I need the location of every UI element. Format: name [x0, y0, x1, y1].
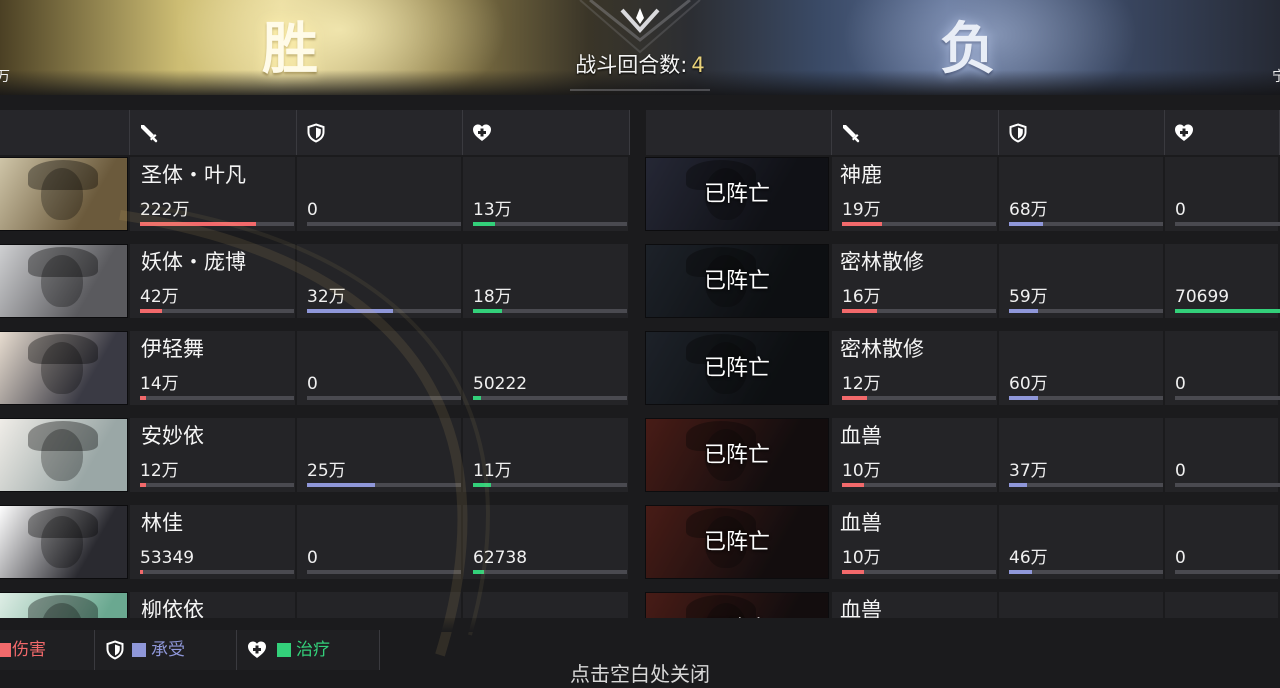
taken-bar-fill [1009, 483, 1028, 487]
shield-icon [105, 640, 125, 660]
damage-value: 16万 [842, 287, 881, 307]
taken-bar-fill [1009, 309, 1039, 313]
taken-bar-track [1009, 396, 1163, 400]
battle-stats-table[interactable]: 圣体・叶凡 222万 0 13万 妖体・庞博 42万 32万 18万 伊轻舞 14万 0 50222 安… [0, 0, 1280, 618]
unit-name: 血兽 [840, 598, 882, 618]
legend-damage-label: 伤害 [12, 640, 46, 660]
right-team-row[interactable]: 已阵亡 密林散修 12万 60万 0 [0, 331, 1280, 405]
legend-heal: 治疗 [237, 630, 380, 670]
taken-bar-track [1009, 309, 1163, 313]
unit-name: 血兽 [840, 511, 882, 535]
heart-plus-icon [247, 640, 267, 660]
right-team-row[interactable]: 已阵亡 神鹿 19万 68万 0 [0, 157, 1280, 231]
unit-name: 神鹿 [840, 163, 882, 187]
enemy-portrait: 已阵亡 [645, 418, 829, 492]
defeated-label: 已阵亡 [703, 530, 770, 555]
damage-swatch [0, 643, 11, 657]
damage-bar-fill [842, 309, 878, 313]
taken-value: 60万 [1009, 374, 1048, 394]
stat-cell [999, 592, 1163, 618]
unit-name: 密林散修 [840, 337, 924, 361]
taken-value: 59万 [1009, 287, 1048, 307]
heal-bar-track [1175, 396, 1280, 400]
defeated-label: 已阵亡 [703, 443, 770, 468]
enemy-portrait: 已阵亡 [645, 244, 829, 318]
taken-bar-track [1009, 570, 1163, 574]
defeated-label: 已阵亡 [646, 616, 828, 618]
heal-swatch [277, 643, 291, 657]
heal-value: 0 [1175, 548, 1186, 568]
damage-bar-fill [842, 222, 883, 226]
close-hint[interactable]: 点击空白处关闭 [540, 660, 740, 688]
heal-bar-track [1175, 309, 1280, 313]
taken-bar-fill [1009, 396, 1039, 400]
right-team-row[interactable]: 已阵亡 血兽 [0, 592, 1280, 618]
damage-value: 19万 [842, 200, 881, 220]
enemy-portrait: 已阵亡 [645, 331, 829, 405]
heal-value: 0 [1175, 374, 1186, 394]
dead-overlay [646, 593, 828, 618]
heal-value: 70699 [1175, 287, 1230, 307]
damage-bar-track [842, 396, 996, 400]
damage-value: 12万 [842, 374, 881, 394]
heal-bar-track [1175, 483, 1280, 487]
enemy-portrait: 已阵亡 [645, 505, 829, 579]
defeated-label: 已阵亡 [703, 356, 770, 381]
heal-bar-track [1175, 570, 1280, 574]
legend-heal-label: 治疗 [296, 640, 330, 660]
enemy-portrait: 已阵亡 [645, 592, 829, 618]
taken-value: 68万 [1009, 200, 1048, 220]
taken-value: 46万 [1009, 548, 1048, 568]
damage-bar-fill [842, 396, 867, 400]
taken-bar-fill [1009, 570, 1033, 574]
heal-value: 0 [1175, 461, 1186, 481]
damage-bar-track [842, 570, 996, 574]
heal-value: 0 [1175, 200, 1186, 220]
damage-bar-track [842, 309, 996, 313]
taken-bar-track [1009, 483, 1163, 487]
taken-value: 37万 [1009, 461, 1048, 481]
unit-name: 血兽 [840, 424, 882, 448]
right-team-row[interactable]: 已阵亡 密林散修 16万 59万 70699 [0, 244, 1280, 318]
damage-bar-fill [842, 570, 864, 574]
damage-bar-fill [842, 483, 864, 487]
defeated-label: 已阵亡 [703, 269, 770, 294]
legend-taken-label: 承受 [151, 640, 185, 660]
enemy-portrait: 已阵亡 [645, 157, 829, 231]
defeated-label: 已阵亡 [703, 182, 770, 207]
legend-damage: 伤害 [0, 630, 95, 670]
legend-bar: 伤害 承受 治疗 [0, 630, 380, 670]
damage-value: 10万 [842, 461, 881, 481]
taken-bar-fill [1009, 222, 1043, 226]
right-team-row[interactable]: 已阵亡 血兽 10万 46万 0 [0, 505, 1280, 579]
damage-bar-track [842, 222, 996, 226]
damage-value: 10万 [842, 548, 881, 568]
heal-bar-fill [1175, 309, 1280, 313]
stat-cell [1165, 592, 1278, 618]
taken-swatch [132, 643, 146, 657]
damage-bar-track [842, 483, 996, 487]
legend-taken: 承受 [95, 630, 237, 670]
unit-name: 密林散修 [840, 250, 924, 274]
taken-bar-track [1009, 222, 1163, 226]
heal-bar-track [1175, 222, 1280, 226]
right-team-row[interactable]: 已阵亡 血兽 10万 37万 0 [0, 418, 1280, 492]
